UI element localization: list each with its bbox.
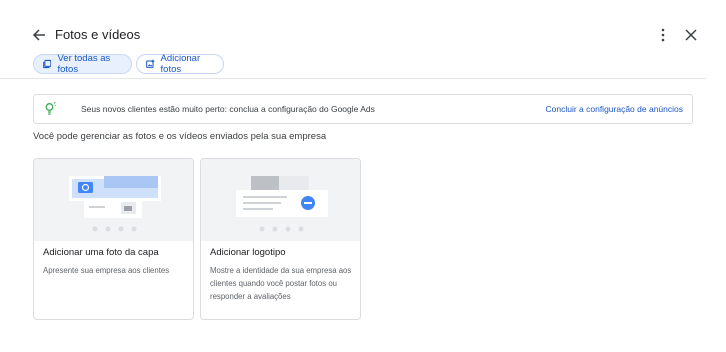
arrow-left-icon[interactable] — [32, 28, 46, 42]
view-all-photos-label: Ver todas as fotos — [57, 53, 111, 75]
ads-setup-banner: Seus novos clientes estão muito perto: c… — [33, 94, 693, 124]
view-all-photos-chip[interactable]: Ver todas as fotos — [33, 53, 132, 75]
header: Fotos e vídeos Ver todas as fotos Adicio… — [0, 0, 726, 78]
close-icon[interactable] — [684, 28, 698, 42]
logo-title: Adicionar logotipo — [210, 247, 286, 258]
add-photos-label: Adicionar fotos — [160, 53, 201, 75]
logo-illustration-icon — [236, 176, 328, 232]
add-logo-card[interactable]: Adicionar logotipo Mostre a identidade d… — [200, 158, 361, 320]
header-divider — [0, 78, 706, 79]
lightbulb-icon — [45, 102, 56, 115]
cover-photo-title: Adicionar uma foto da capa — [43, 247, 159, 258]
cover-photo-description: Apresente sua empresa aos clientes — [43, 266, 170, 275]
logo-description: Mostre a identidade da sua empresa aos c… — [210, 266, 352, 301]
banner-text: Seus novos clientes estão muito perto: c… — [81, 104, 375, 114]
add-cover-photo-card[interactable]: Adicionar uma foto da capa Apresente sua… — [33, 158, 194, 320]
section-description: Você pode gerenciar as fotos e os vídeos… — [33, 131, 327, 142]
page-title: Fotos e vídeos — [55, 27, 141, 42]
add-photos-chip[interactable]: Adicionar fotos — [136, 53, 224, 75]
cover-photo-illustration — [34, 159, 193, 241]
photo-library-icon — [43, 59, 52, 69]
logo-illustration — [201, 159, 360, 241]
more-vert-icon[interactable] — [658, 27, 668, 43]
complete-ads-setup-link[interactable]: Concluir a configuração de anúncios — [545, 104, 683, 114]
add-photo-icon — [146, 59, 155, 68]
cover-illustration-icon — [69, 176, 161, 232]
